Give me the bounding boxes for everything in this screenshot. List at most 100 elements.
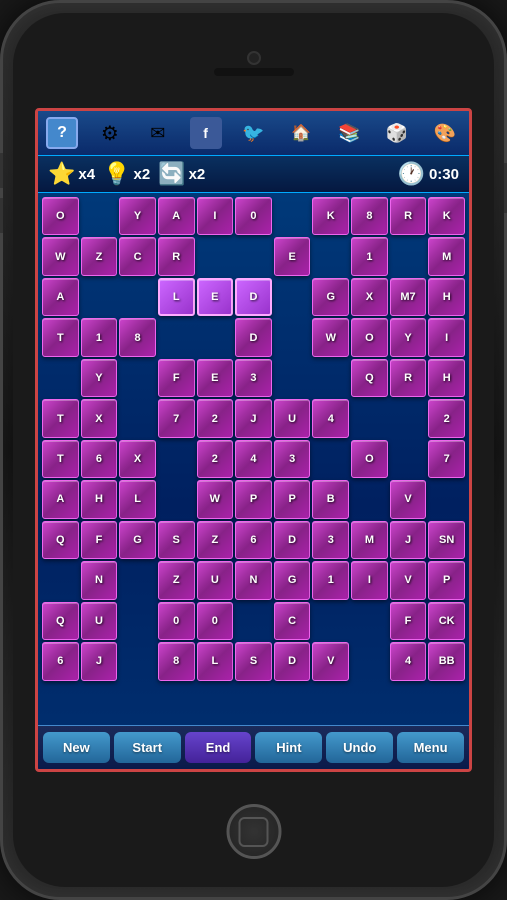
grid-cell[interactable]: 1 <box>81 318 118 356</box>
grid-cell[interactable]: N <box>235 561 272 599</box>
grid-cell[interactable]: Y <box>81 359 118 397</box>
grid-cell[interactable]: 3 <box>312 521 349 559</box>
facebook-icon[interactable]: f <box>190 117 222 149</box>
grid-cell[interactable]: E <box>197 278 234 316</box>
grid-cell[interactable]: Q <box>42 521 79 559</box>
share-icon[interactable]: 🏠 <box>285 117 317 149</box>
grid-cell[interactable]: 1 <box>312 561 349 599</box>
palette-icon[interactable]: 🎨 <box>429 117 461 149</box>
grid-cell[interactable]: X <box>351 278 388 316</box>
vol-down-button[interactable] <box>0 198 3 233</box>
new-button[interactable]: New <box>43 732 110 763</box>
grid-cell[interactable]: 6 <box>235 521 272 559</box>
grid-cell[interactable]: O <box>351 440 388 478</box>
grid-cell[interactable]: D <box>235 278 272 316</box>
grid-cell[interactable]: F <box>81 521 118 559</box>
grid-cell[interactable]: 8 <box>351 197 388 235</box>
grid-cell[interactable]: L <box>119 480 156 518</box>
grid-cell[interactable]: U <box>81 602 118 640</box>
grid-cell[interactable]: H <box>428 359 465 397</box>
grid-cell[interactable]: N <box>81 561 118 599</box>
undo-button[interactable]: Undo <box>326 732 393 763</box>
grid-cell[interactable]: J <box>235 399 272 437</box>
grid-cell[interactable]: X <box>81 399 118 437</box>
grid-cell[interactable]: R <box>390 359 427 397</box>
grid-cell[interactable]: BB <box>428 642 465 680</box>
grid-cell[interactable]: Z <box>81 237 118 275</box>
grid-cell[interactable]: 4 <box>312 399 349 437</box>
grid-cell[interactable]: K <box>428 197 465 235</box>
grid-cell[interactable]: D <box>274 521 311 559</box>
stack-icon[interactable]: 📚 <box>333 117 365 149</box>
grid-cell[interactable]: A <box>158 197 195 235</box>
grid-cell[interactable]: K <box>312 197 349 235</box>
grid-cell[interactable]: C <box>119 237 156 275</box>
vol-up-button[interactable] <box>0 153 3 188</box>
grid-cell[interactable]: W <box>42 237 79 275</box>
menu-button[interactable]: Menu <box>397 732 464 763</box>
grid-cell[interactable]: CK <box>428 602 465 640</box>
grid-cell[interactable]: E <box>197 359 234 397</box>
end-button[interactable]: End <box>185 732 252 763</box>
grid-cell[interactable]: U <box>274 399 311 437</box>
grid-cell[interactable]: R <box>158 237 195 275</box>
grid-cell[interactable]: P <box>235 480 272 518</box>
grid-cell[interactable]: S <box>158 521 195 559</box>
grid-cell[interactable]: J <box>81 642 118 680</box>
grid-cell[interactable]: W <box>197 480 234 518</box>
grid-cell[interactable]: O <box>42 197 79 235</box>
grid-cell[interactable]: F <box>390 602 427 640</box>
grid-cell[interactable]: Q <box>42 602 79 640</box>
grid-cell[interactable]: Q <box>351 359 388 397</box>
grid-cell[interactable]: 2 <box>197 440 234 478</box>
grid-cell[interactable]: 6 <box>42 642 79 680</box>
grid-cell[interactable]: T <box>42 318 79 356</box>
grid-cell[interactable]: L <box>158 278 195 316</box>
grid-cell[interactable]: 3 <box>274 440 311 478</box>
grid-cell[interactable]: G <box>119 521 156 559</box>
cube-icon[interactable]: 🎲 <box>381 117 413 149</box>
grid-cell[interactable]: J <box>390 521 427 559</box>
settings-icon[interactable]: ⚙ <box>94 117 126 149</box>
grid-cell[interactable]: 8 <box>158 642 195 680</box>
grid-cell[interactable]: 2 <box>197 399 234 437</box>
grid-cell[interactable]: D <box>235 318 272 356</box>
start-button[interactable]: Start <box>114 732 181 763</box>
grid-cell[interactable]: T <box>42 440 79 478</box>
grid-cell[interactable]: X <box>119 440 156 478</box>
grid-cell[interactable]: H <box>81 480 118 518</box>
grid-cell[interactable]: 0 <box>158 602 195 640</box>
help-icon[interactable]: ? <box>46 117 78 149</box>
grid-cell[interactable]: Z <box>197 521 234 559</box>
grid-cell[interactable]: 7 <box>428 440 465 478</box>
grid-cell[interactable]: 8 <box>119 318 156 356</box>
grid-cell[interactable]: I <box>197 197 234 235</box>
grid-cell[interactable]: H <box>428 278 465 316</box>
grid-cell[interactable]: T <box>42 399 79 437</box>
grid-cell[interactable]: SN <box>428 521 465 559</box>
grid-cell[interactable]: V <box>312 642 349 680</box>
grid-cell[interactable]: Y <box>119 197 156 235</box>
grid-cell[interactable]: M <box>351 521 388 559</box>
mail-icon[interactable]: ✉ <box>142 117 174 149</box>
grid-cell[interactable]: V <box>390 480 427 518</box>
grid-cell[interactable]: E <box>274 237 311 275</box>
grid-cell[interactable]: 0 <box>197 602 234 640</box>
grid-cell[interactable]: Z <box>158 561 195 599</box>
grid-cell[interactable]: V <box>390 561 427 599</box>
home-button[interactable] <box>226 804 281 859</box>
grid-cell[interactable]: F <box>158 359 195 397</box>
grid-cell[interactable]: W <box>312 318 349 356</box>
grid-cell[interactable]: 4 <box>235 440 272 478</box>
grid-cell[interactable]: 0 <box>235 197 272 235</box>
twitter-icon[interactable]: 🐦 <box>238 117 270 149</box>
grid-cell[interactable]: 3 <box>235 359 272 397</box>
grid-cell[interactable]: U <box>197 561 234 599</box>
grid-cell[interactable]: G <box>312 278 349 316</box>
grid-cell[interactable]: P <box>428 561 465 599</box>
grid-cell[interactable]: R <box>390 197 427 235</box>
grid-cell[interactable]: M7 <box>390 278 427 316</box>
grid-cell[interactable]: 1 <box>351 237 388 275</box>
grid-cell[interactable]: P <box>274 480 311 518</box>
grid-cell[interactable]: A <box>42 480 79 518</box>
